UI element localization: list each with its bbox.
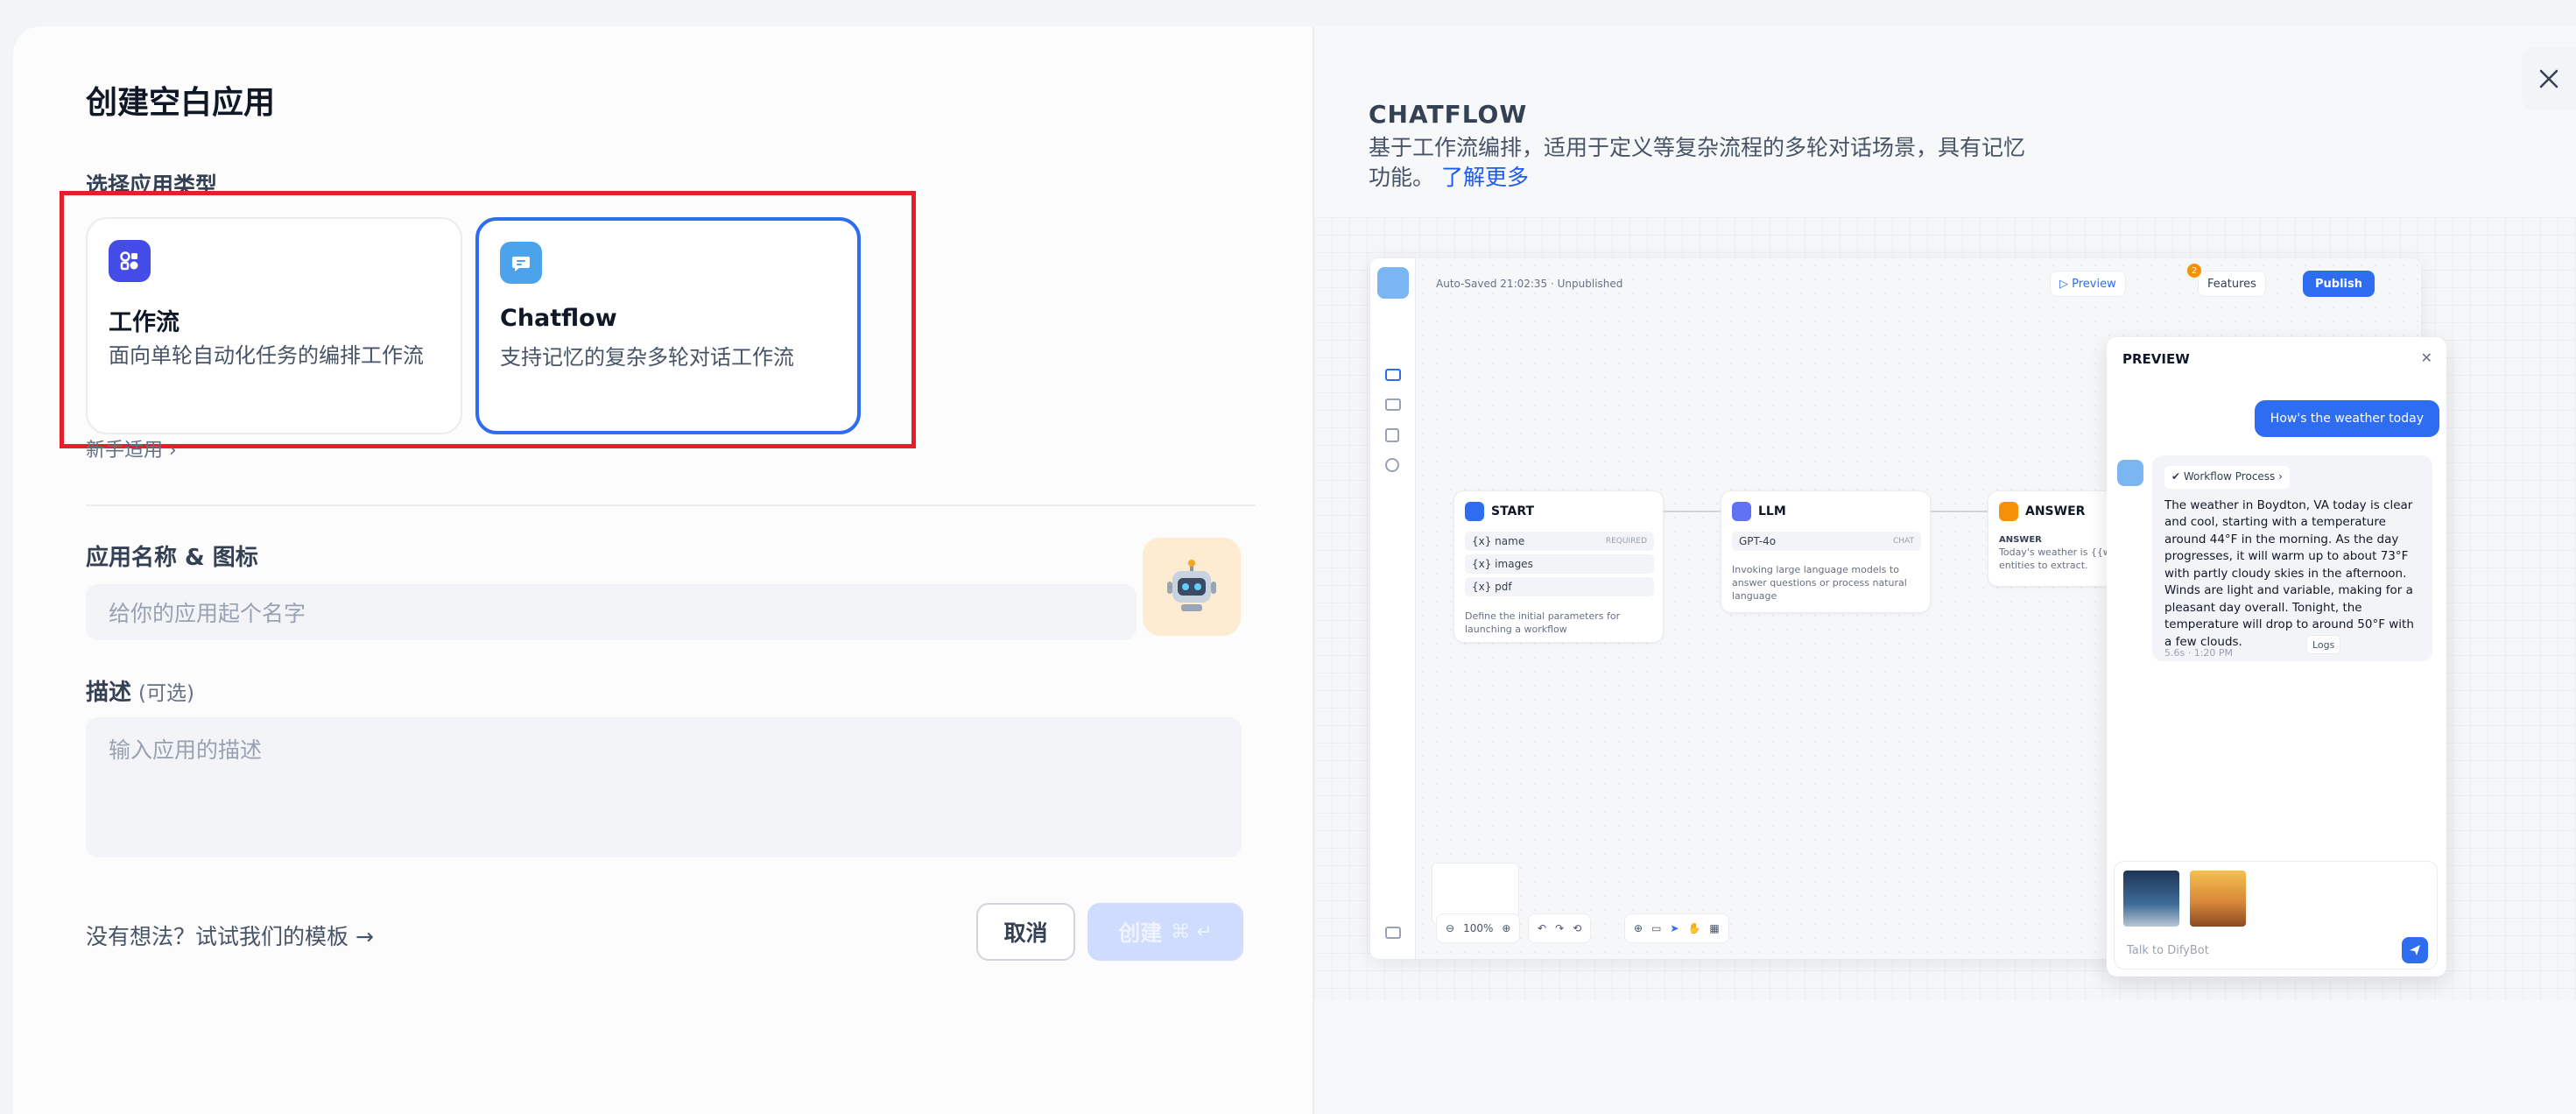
tool-controls: ⊕ ▭ ➤ ✋ ▦: [1624, 913, 1729, 943]
bot-message: ✔ Workflow Process › The weather in Boyd…: [2152, 455, 2432, 661]
template-link[interactable]: 没有想法？试试我们的模板 →: [86, 920, 374, 951]
features-label: Features: [2207, 277, 2256, 291]
llm-node: LLM GPT-4o CHAT Invoking large language m…: [1721, 490, 1931, 613]
zoom-out-icon: ⊖: [1446, 922, 1455, 934]
var-name: {x} name: [1472, 535, 1525, 547]
node-header: LLM: [1732, 502, 1786, 521]
panel-toggle-icon: [1385, 927, 1401, 939]
shortcut-hint: ⌘ ↵: [1171, 920, 1213, 943]
publish-button: Publish: [2303, 271, 2375, 297]
mountain-image-thumb: [2123, 871, 2179, 927]
var-row: {x} pdf: [1465, 577, 1654, 596]
settings-icon: [1385, 458, 1399, 472]
model-row: GPT-4o CHAT: [1732, 532, 1921, 551]
notification-badge: 2: [2187, 264, 2201, 278]
node-title: ANSWER: [2025, 504, 2086, 518]
chat-input-box: Talk to DifyBot: [2114, 861, 2438, 969]
robot-icon: [1167, 560, 1216, 611]
description-input[interactable]: 输入应用的描述: [86, 717, 1242, 857]
note-icon: ▭: [1651, 922, 1662, 934]
divider: [86, 504, 1256, 506]
optional-hint: (可选): [138, 682, 194, 705]
description-label: 描述 (可选): [86, 674, 194, 707]
hand-icon: ✋: [1687, 922, 1701, 934]
node-title: LLM: [1758, 504, 1786, 518]
image-icon: [1385, 398, 1401, 411]
bot-avatar-icon: [1377, 267, 1409, 299]
node-note: Today's weather is {{w entities to extra…: [1999, 546, 2111, 571]
chat-preview-panel: PREVIEW ✕ How's the weather today ✔ Work…: [2107, 337, 2446, 977]
close-icon: [2539, 69, 2558, 88]
close-modal-button[interactable]: [2522, 47, 2576, 110]
bot-message-text: The weather in Boydton, VA today is clea…: [2164, 497, 2414, 649]
llm-icon: [1732, 502, 1751, 521]
autosave-status: Auto-Saved 21:02:35 · Unpublished: [1436, 278, 1623, 290]
node-title: START: [1491, 504, 1535, 518]
node-header: ANSWER: [1999, 502, 2085, 521]
app-name-input[interactable]: 给你的应用起个名字: [86, 584, 1137, 640]
learn-more-link[interactable]: 了解更多: [1441, 165, 1529, 190]
cancel-button[interactable]: 取消: [976, 903, 1075, 961]
create-label: 创建: [1118, 920, 1163, 946]
preview-btn-label: ▷ Preview: [2059, 277, 2116, 291]
chat-preview-title: PREVIEW: [2122, 351, 2190, 367]
form-panel: 创建空白应用 选择应用类型 工作流 面向单轮自动化任务的编排工作流 Chatfl…: [13, 26, 1313, 1114]
chat-input-placeholder: Talk to DifyBot: [2127, 944, 2209, 957]
type-preview-desc: 基于工作流编排，适用于定义等复杂流程的多轮对话场景，具有记忆功能。 了解更多: [1369, 133, 2034, 193]
history-icon: ⟲: [1573, 922, 1582, 934]
doc-icon: [1385, 428, 1399, 442]
beginner-guide-link[interactable]: 新手适用 ›: [86, 434, 177, 462]
app-icon-picker[interactable]: [1143, 538, 1241, 636]
answer-label: ANSWER: [1999, 535, 2042, 545]
node-header: START: [1465, 502, 1534, 521]
layout-icon: ▦: [1709, 922, 1720, 934]
preview-toolbar-btn: ▷ Preview: [2050, 271, 2126, 297]
edge: [1664, 511, 1721, 512]
preview-sidebar: [1370, 258, 1416, 959]
add-node-icon: ⊕: [1634, 922, 1643, 934]
undo-icon: ↶: [1538, 922, 1547, 934]
redo-icon: ↷: [1555, 922, 1565, 934]
page-title: 创建空白应用: [86, 85, 276, 121]
var-row: {x} images: [1465, 554, 1654, 574]
create-button[interactable]: 创建 ⌘ ↵: [1087, 903, 1243, 961]
features-button: Features: [2198, 271, 2266, 297]
mode-tag: CHAT: [1892, 537, 1914, 546]
workflow-process-pill: ✔ Workflow Process ›: [2164, 466, 2290, 489]
zoom-in-icon: ⊕: [1502, 922, 1511, 934]
close-icon: ✕: [2420, 349, 2432, 366]
logs-button: Logs: [2306, 635, 2341, 654]
node-note: Invoking large language models to answer…: [1732, 564, 1907, 602]
app-name-label: 应用名称 & 图标: [86, 545, 258, 571]
history-controls: ↶ ↷ ⟲: [1528, 913, 1592, 943]
desert-image-thumb: [2190, 871, 2246, 927]
answer-icon: [1999, 502, 2018, 521]
description-label-text: 描述: [86, 680, 132, 706]
message-meta: 5.6s · 1:20 PM: [2164, 647, 2234, 659]
zoom-controls: ⊖ 100% ⊕: [1436, 913, 1521, 943]
var-row: {x} name REQUIRED: [1465, 532, 1654, 551]
zoom-level: 100%: [1463, 922, 1494, 934]
required-tag: REQUIRED: [1605, 537, 1647, 546]
home-icon: [1465, 502, 1484, 521]
node-note: Define the initial parameters for launch…: [1465, 610, 1621, 635]
send-icon: [2402, 937, 2428, 963]
bot-avatar-icon: [2117, 460, 2143, 486]
start-node: START {x} name REQUIRED {x} images {x} pd…: [1453, 490, 1664, 643]
highlight-box: [60, 191, 916, 448]
canvas-icon: [1385, 369, 1401, 381]
pointer-icon: ➤: [1670, 922, 1679, 934]
type-preview-title: CHATFLOW: [1369, 100, 1528, 129]
model-name: GPT-4o: [1739, 535, 1777, 547]
edge: [1931, 511, 1988, 512]
user-message: How's the weather today: [2254, 400, 2439, 437]
